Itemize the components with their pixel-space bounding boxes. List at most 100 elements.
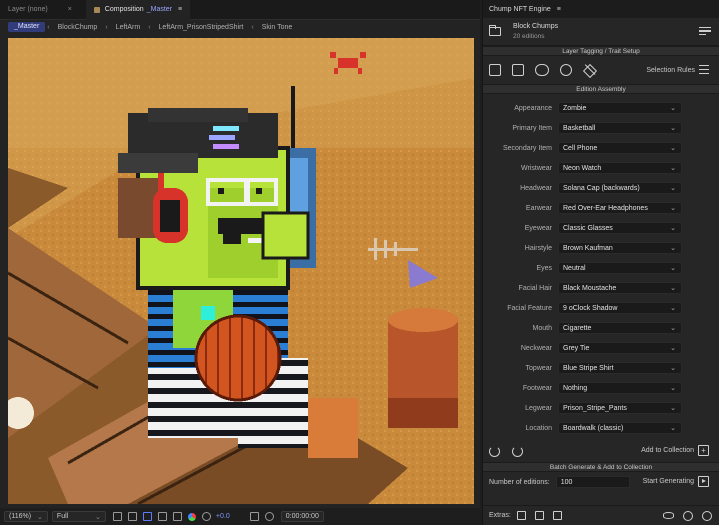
trait-select-eyes[interactable]: Neutral ⌄ xyxy=(558,262,682,274)
eye-icon[interactable] xyxy=(663,512,674,519)
tab-composition[interactable]: Composition _Master ≡ xyxy=(85,0,191,20)
randomize-icon[interactable] xyxy=(512,445,523,457)
exposure-icon[interactable] xyxy=(201,512,211,521)
add-to-collection-label: Add to Collection xyxy=(641,447,694,454)
trait-select-mouth[interactable]: Cigarette ⌄ xyxy=(558,322,682,334)
selection-rules-button[interactable]: Selection Rules xyxy=(646,65,709,75)
remove-tags-icon[interactable] xyxy=(583,64,595,76)
trait-select-hairstyle[interactable]: Brown Kaufman ⌄ xyxy=(558,242,682,254)
composition-viewer[interactable] xyxy=(8,38,474,504)
trait-value: Prison_Stripe_Pants xyxy=(563,404,627,412)
copy-icon[interactable] xyxy=(534,511,544,520)
sliders-icon xyxy=(699,65,709,75)
project-editions: 20 editions xyxy=(513,32,545,40)
trait-select-eyewear[interactable]: Classic Glasses ⌄ xyxy=(558,222,682,234)
tab-composition-prefix: Composition xyxy=(104,6,144,13)
duplicate-layers-icon[interactable] xyxy=(512,64,524,76)
edit-list-icon[interactable] xyxy=(699,27,711,37)
plugin-panel: Chump NFT Engine ≡ Block Chumps 20 editi… xyxy=(482,0,719,525)
trait-label: Appearance xyxy=(514,104,552,112)
zoom-select[interactable]: (116%) ⌄ xyxy=(4,511,48,522)
trait-select-secondary-item[interactable]: Cell Phone ⌄ xyxy=(558,142,682,154)
folder-icon[interactable] xyxy=(489,25,501,36)
chevron-down-icon: ⌄ xyxy=(670,105,676,112)
show-snapshot-icon[interactable] xyxy=(264,512,274,521)
trait-select-footwear[interactable]: Nothing ⌄ xyxy=(558,382,682,394)
play-icon xyxy=(698,476,709,487)
trait-value: Cell Phone xyxy=(563,144,598,152)
hamburger-menu-icon[interactable]: ≡ xyxy=(557,6,561,13)
help-icon[interactable] xyxy=(702,511,712,521)
trait-row-hairstyle: Hairstyle Brown Kaufman ⌄ xyxy=(483,238,719,258)
chevron-down-icon: ⌄ xyxy=(670,225,676,232)
trait-row-topwear: Topwear Blue Stripe Shirt ⌄ xyxy=(483,358,719,378)
chevron-down-icon: ⌄ xyxy=(670,305,676,312)
transparency-grid-icon[interactable] xyxy=(127,512,137,521)
wrench-icon[interactable] xyxy=(683,511,693,521)
zoom-value: (116%) xyxy=(9,513,32,520)
merge-traits-icon[interactable] xyxy=(535,64,549,76)
chevron-down-icon: ⌄ xyxy=(670,325,676,332)
tab-layer[interactable]: Layer (none) × xyxy=(0,0,86,20)
refresh-icon[interactable] xyxy=(489,445,500,457)
camera-snapshot-icon[interactable] xyxy=(249,512,259,521)
chevron-down-icon: ⌄ xyxy=(670,365,676,372)
assembly-actions: Add to Collection + xyxy=(483,440,719,462)
add-to-collection-button[interactable]: Add to Collection + xyxy=(641,445,709,456)
clock-icon[interactable] xyxy=(560,64,572,76)
trait-value: Grey Tie xyxy=(563,344,590,352)
trait-select-earwear[interactable]: Red Over-Ear Headphones ⌄ xyxy=(558,202,682,214)
chevron-down-icon: ⌄ xyxy=(670,425,676,432)
fast-preview-icon[interactable] xyxy=(172,512,182,521)
num-editions-input[interactable] xyxy=(555,476,630,488)
mask-toggle-icon[interactable] xyxy=(142,512,152,521)
grid-icon[interactable] xyxy=(157,512,167,521)
tab-composition-name: _Master xyxy=(146,6,173,13)
trait-select-wristwear[interactable]: Neon Watch ⌄ xyxy=(558,162,682,174)
start-generating-label: Start Generating xyxy=(642,478,694,485)
trait-select-primary-item[interactable]: Basketball ⌄ xyxy=(558,122,682,134)
node-graph-icon[interactable] xyxy=(516,511,526,520)
region-of-interest-icon[interactable] xyxy=(112,512,122,521)
trait-select-facial-feature[interactable]: 9 oClock Shadow ⌄ xyxy=(558,302,682,314)
num-editions-label: Number of editions: xyxy=(489,478,550,486)
trait-select-facial-hair[interactable]: Black Moustache ⌄ xyxy=(558,282,682,294)
start-generating-button[interactable]: Start Generating xyxy=(643,476,709,487)
chevron-down-icon: ⌄ xyxy=(670,405,676,412)
lock-icon[interactable] xyxy=(93,6,100,13)
solana-logo-icon xyxy=(209,126,239,149)
chevron-down-icon: ⌄ xyxy=(670,125,676,132)
exposure-value[interactable]: +0.0 xyxy=(216,513,230,520)
breadcrumb-item-leftarm[interactable]: LeftArm xyxy=(110,24,147,31)
trait-label: Mouth xyxy=(532,324,552,332)
breadcrumb-item-master[interactable]: _Master xyxy=(8,22,46,32)
trait-row-legwear: Legwear Prison_Stripe_Pants ⌄ xyxy=(483,398,719,418)
trait-select-location[interactable]: Boardwalk (classic) ⌄ xyxy=(558,422,682,434)
trait-select-appearance[interactable]: Zombie ⌄ xyxy=(558,102,682,114)
trait-value: Nothing xyxy=(563,384,588,392)
trait-select-legwear[interactable]: Prison_Stripe_Pants ⌄ xyxy=(558,402,682,414)
section-batch: Batch Generate & Add to Collection xyxy=(483,462,719,472)
trait-label: Wristwear xyxy=(521,164,552,172)
color-channels-icon[interactable] xyxy=(187,512,196,521)
bar-chart-icon[interactable] xyxy=(552,511,562,520)
trait-select-headwear[interactable]: Solana Cap (backwards) ⌄ xyxy=(558,182,682,194)
resolution-select[interactable]: Full ⌄ xyxy=(51,511,106,522)
trait-value: Solana Cap (backwards) xyxy=(563,184,640,192)
timecode-value: 0:00:00:00 xyxy=(285,513,319,520)
chevron-down-icon: ⌄ xyxy=(670,345,676,352)
utility-icons xyxy=(654,511,712,521)
timecode-field[interactable]: 0:00:00:00 xyxy=(280,511,324,522)
robot-icon[interactable] xyxy=(489,64,501,76)
breadcrumb-item-skin-tone[interactable]: Skin Tone xyxy=(256,24,299,31)
breadcrumb-item-blockchump[interactable]: BlockChump xyxy=(52,24,104,31)
trait-row-appearance: Appearance Zombie ⌄ xyxy=(483,98,719,118)
hamburger-menu-icon[interactable]: ≡ xyxy=(178,6,182,13)
trait-row-mouth: Mouth Cigarette ⌄ xyxy=(483,318,719,338)
resolution-value: Full xyxy=(56,513,69,520)
trait-select-neckwear[interactable]: Grey Tie ⌄ xyxy=(558,342,682,354)
chevron-down-icon: ⌄ xyxy=(670,285,676,292)
breadcrumb-item-leftarm-shirt[interactable]: LeftArm_PrisonStripedShirt xyxy=(153,24,250,31)
close-icon[interactable]: × xyxy=(68,6,72,13)
trait-select-topwear[interactable]: Blue Stripe Shirt ⌄ xyxy=(558,362,682,374)
